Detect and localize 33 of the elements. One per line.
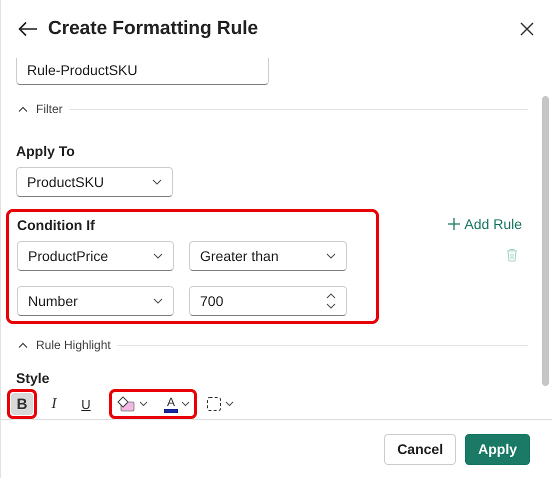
- rule-name-field[interactable]: Rule-ProductSKU: [16, 58, 269, 85]
- style-label: Style: [16, 370, 50, 386]
- dashed-square-icon: [206, 396, 222, 412]
- plus-icon: [448, 218, 460, 230]
- apply-button[interactable]: Apply: [465, 434, 530, 464]
- filter-section-toggle[interactable]: Filter: [16, 102, 69, 116]
- bold-button[interactable]: B: [11, 393, 33, 415]
- chevron-down-icon: [225, 401, 234, 407]
- cancel-button[interactable]: Cancel: [384, 434, 456, 464]
- rule-highlight-section-toggle[interactable]: Rule Highlight: [16, 338, 117, 352]
- underline-button[interactable]: U: [75, 393, 97, 415]
- condition-field[interactable]: Number: [17, 286, 174, 316]
- condition-label: Condition If: [17, 217, 96, 233]
- chevron-down-icon: [139, 401, 148, 407]
- chevron-icon: [18, 106, 28, 112]
- chevron-down-icon: [153, 298, 163, 304]
- panel-title: Create Formatting Rule: [48, 18, 260, 40]
- condition-field[interactable]: 700: [189, 286, 347, 316]
- chevron-down-icon: [153, 253, 163, 259]
- spinner-arrows-icon[interactable]: [326, 293, 336, 309]
- back-arrow-icon[interactable]: [18, 21, 38, 37]
- condition-field[interactable]: Greater than: [189, 241, 347, 271]
- close-icon[interactable]: [520, 22, 534, 36]
- apply-to-label: Apply To: [16, 143, 76, 159]
- add-rule-button[interactable]: Add Rule: [448, 216, 522, 232]
- condition-field[interactable]: ProductPrice: [17, 241, 174, 271]
- italic-button[interactable]: I: [43, 393, 65, 415]
- scrollbar-thumb[interactable]: [542, 96, 549, 386]
- apply-to-dropdown[interactable]: ProductSKU: [16, 167, 173, 197]
- chevron-down-icon: [326, 253, 336, 259]
- chevron-down-icon: [152, 179, 162, 185]
- chevron-down-icon: [181, 401, 190, 407]
- chevron-icon: [18, 342, 28, 348]
